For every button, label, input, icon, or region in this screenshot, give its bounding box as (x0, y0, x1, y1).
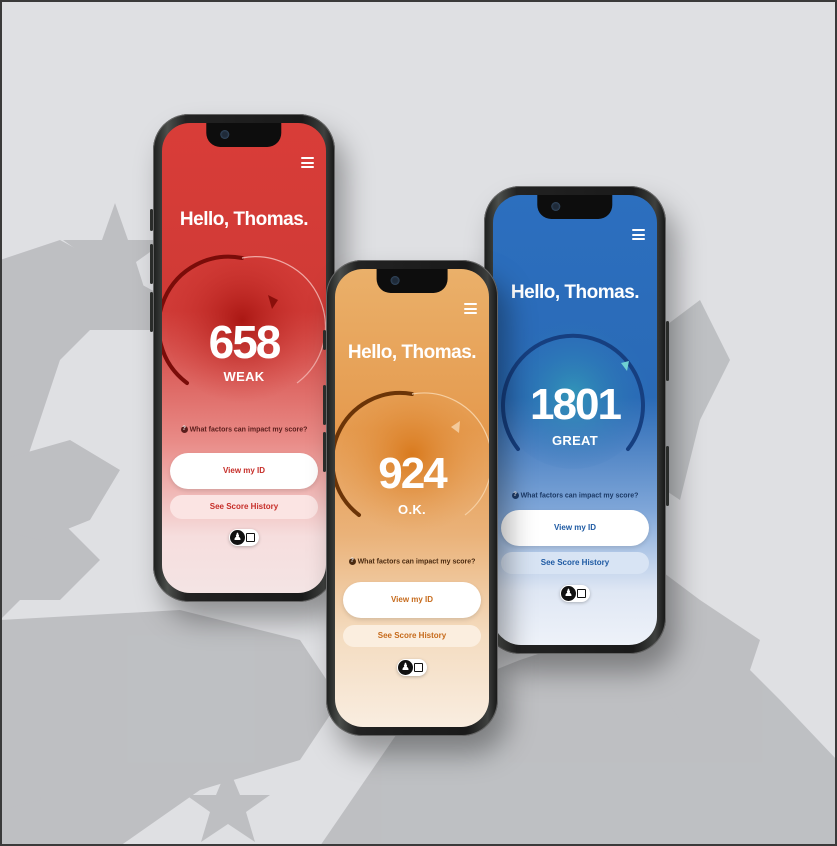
figure-silhouette (0, 610, 340, 846)
profile-chat-toggle[interactable]: ♟ (397, 659, 427, 676)
phone-notch (376, 269, 448, 293)
side-button (150, 209, 153, 231)
score-value: 924 (378, 449, 447, 498)
question-icon: ? (180, 426, 188, 433)
camera-icon (390, 276, 400, 285)
phone-red: Hello, Thomas. 658 WEAK ? What factors ca… (150, 114, 335, 602)
score-value: 1801 (530, 380, 622, 429)
score-value: 658 (208, 316, 282, 368)
phone-blue: Hello, Thomas. 1801 GREAT ? What factors … (484, 186, 669, 654)
score-rating: WEAK (223, 369, 265, 384)
chat-icon (577, 589, 586, 598)
figure-silhouette (0, 440, 120, 540)
profile-chat-toggle[interactable]: ♟ (560, 585, 590, 602)
chat-icon (246, 533, 255, 542)
factors-link[interactable]: ? What factors can impact my score? (493, 492, 657, 499)
side-button (150, 292, 153, 332)
phone-orange: Hello, Thomas. 924 O.K. ? What factors ca… (323, 260, 498, 736)
question-icon: ? (348, 558, 356, 565)
side-button (666, 446, 669, 506)
score-rating: O.K. (398, 502, 426, 517)
menu-icon[interactable] (464, 303, 477, 314)
side-button (323, 385, 326, 425)
question-icon: ? (511, 492, 519, 499)
side-button (150, 244, 153, 284)
phone-notch (537, 195, 613, 219)
view-id-button[interactable]: View my ID (501, 510, 649, 546)
factors-text: What factors can impact my score? (357, 558, 476, 566)
factors-text: What factors can impact my score? (520, 492, 639, 500)
greeting: Hello, Thomas. (347, 342, 477, 363)
greeting: Hello, Thomas. (510, 282, 640, 303)
score-rating: GREAT (551, 433, 599, 448)
phone-screen: Hello, Thomas. 658 WEAK ? What factors ca… (162, 123, 326, 593)
score-history-button[interactable]: See Score History (170, 495, 318, 519)
menu-icon[interactable] (632, 229, 645, 240)
factors-text: What factors can impact my score? (189, 426, 308, 434)
side-button (323, 330, 326, 350)
camera-icon (220, 130, 230, 139)
view-id-button[interactable]: View my ID (343, 582, 481, 618)
score-history-button[interactable]: See Score History (343, 625, 481, 647)
camera-icon (551, 202, 561, 211)
factors-link[interactable]: ? What factors can impact my score? (162, 426, 326, 433)
factors-link[interactable]: ? What factors can impact my score? (335, 558, 489, 565)
side-button (666, 321, 669, 381)
menu-icon[interactable] (301, 157, 314, 168)
figure-silhouette (0, 240, 170, 620)
person-icon: ♟ (561, 586, 576, 601)
side-button (323, 432, 326, 472)
person-icon: ♟ (398, 660, 413, 675)
person-icon: ♟ (230, 530, 245, 545)
profile-chat-toggle[interactable]: ♟ (229, 529, 259, 546)
phone-screen: Hello, Thomas. 1801 GREAT ? What factors … (493, 195, 657, 645)
phone-notch (206, 123, 282, 147)
score-history-button[interactable]: See Score History (501, 552, 649, 574)
view-id-button[interactable]: View my ID (170, 453, 318, 489)
phone-screen: Hello, Thomas. 924 O.K. ? What factors ca… (335, 269, 489, 727)
greeting: Hello, Thomas. (179, 209, 309, 230)
chat-icon (414, 663, 423, 672)
